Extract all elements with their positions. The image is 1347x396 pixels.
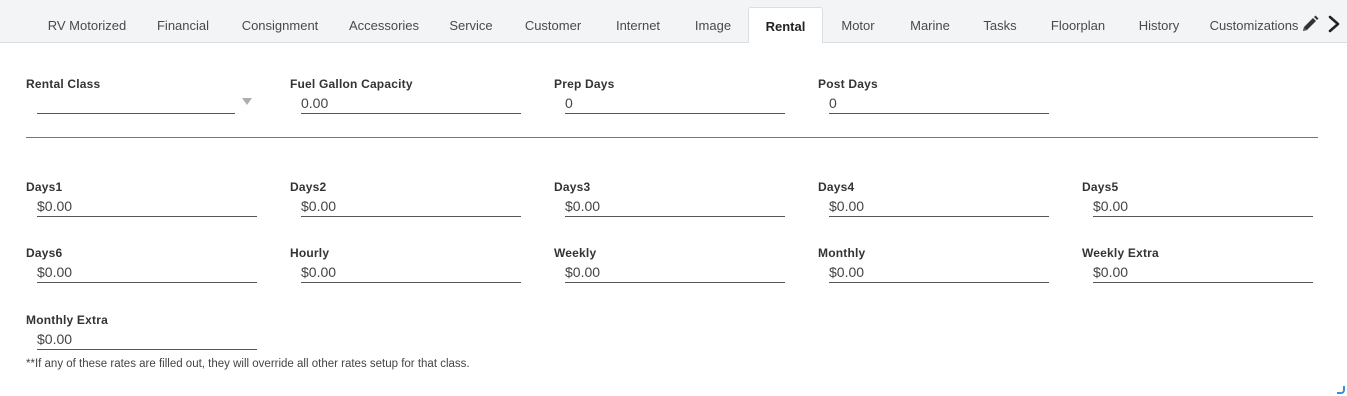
fuel-gallon-capacity-field: Fuel Gallon Capacity	[290, 77, 530, 121]
fuel-gallon-capacity-label: Fuel Gallon Capacity	[290, 77, 413, 91]
tab-motor[interactable]: Motor	[830, 7, 886, 42]
tab-bar: RV Motorized Financial Consignment Acces…	[0, 0, 1347, 44]
rental-class-label: Rental Class	[26, 77, 101, 91]
monthly-extra-input[interactable]	[37, 329, 257, 350]
days5-label: Days5	[1082, 180, 1119, 194]
hourly-field: Hourly	[290, 246, 530, 290]
days6-label: Days6	[26, 246, 63, 260]
tab-customer[interactable]: Customer	[516, 7, 590, 42]
days1-field: Days1	[26, 180, 266, 224]
rental-class-field: Rental Class	[26, 77, 266, 121]
tab-customizations[interactable]: Customizations	[1206, 7, 1302, 42]
monthly-extra-label: Monthly Extra	[26, 313, 108, 327]
resize-corner-icon	[1337, 386, 1345, 394]
days2-field: Days2	[290, 180, 530, 224]
tab-internet[interactable]: Internet	[604, 7, 672, 42]
monthly-extra-field: Monthly Extra	[26, 313, 266, 357]
weekly-field: Weekly	[554, 246, 794, 290]
post-days-label: Post Days	[818, 77, 878, 91]
days3-label: Days3	[554, 180, 591, 194]
days3-input[interactable]	[565, 196, 785, 217]
days5-input[interactable]	[1093, 196, 1313, 217]
days1-input[interactable]	[37, 196, 257, 217]
days1-label: Days1	[26, 180, 63, 194]
prep-days-label: Prep Days	[554, 77, 615, 91]
weekly-label: Weekly	[554, 246, 597, 260]
post-days-field: Post Days	[818, 77, 1058, 121]
weekly-extra-label: Weekly Extra	[1082, 246, 1159, 260]
monthly-label: Monthly	[818, 246, 866, 260]
tab-tasks[interactable]: Tasks	[974, 7, 1026, 42]
hourly-label: Hourly	[290, 246, 330, 260]
days4-input[interactable]	[829, 196, 1049, 217]
days4-field: Days4	[818, 180, 1058, 224]
weekly-extra-field: Weekly Extra	[1082, 246, 1322, 290]
monthly-input[interactable]	[829, 262, 1049, 283]
days5-field: Days5	[1082, 180, 1322, 224]
tab-service[interactable]: Service	[440, 7, 502, 42]
days2-label: Days2	[290, 180, 327, 194]
triangle-down-icon[interactable]	[242, 98, 252, 105]
chevron-right-icon[interactable]	[1326, 14, 1342, 34]
section-divider	[26, 137, 1318, 138]
prep-days-input[interactable]	[565, 93, 785, 114]
days2-input[interactable]	[301, 196, 521, 217]
monthly-field: Monthly	[818, 246, 1058, 290]
tab-rental[interactable]: Rental	[748, 7, 823, 44]
days6-field: Days6	[26, 246, 266, 290]
post-days-input[interactable]	[829, 93, 1049, 114]
tab-accessories[interactable]: Accessories	[340, 7, 428, 42]
rates-override-note: **If any of these rates are filled out, …	[26, 358, 470, 370]
tab-consignment[interactable]: Consignment	[232, 7, 328, 42]
weekly-extra-input[interactable]	[1093, 262, 1313, 283]
fuel-gallon-capacity-input[interactable]	[301, 93, 521, 114]
tab-financial[interactable]: Financial	[148, 7, 218, 42]
hourly-input[interactable]	[301, 262, 521, 283]
weekly-input[interactable]	[565, 262, 785, 283]
tab-rv-motorized[interactable]: RV Motorized	[38, 7, 136, 42]
pencil-icon[interactable]	[1300, 14, 1320, 34]
tab-history[interactable]: History	[1128, 7, 1190, 42]
prep-days-field: Prep Days	[554, 77, 794, 121]
tab-marine[interactable]: Marine	[900, 7, 960, 42]
days6-input[interactable]	[37, 262, 257, 283]
days3-field: Days3	[554, 180, 794, 224]
tab-floorplan[interactable]: Floorplan	[1040, 7, 1116, 42]
days4-label: Days4	[818, 180, 855, 194]
tab-image[interactable]: Image	[686, 7, 740, 42]
rental-class-select[interactable]	[37, 93, 235, 114]
rental-panel: Rental Class Fuel Gallon Capacity Prep D…	[0, 43, 1347, 396]
